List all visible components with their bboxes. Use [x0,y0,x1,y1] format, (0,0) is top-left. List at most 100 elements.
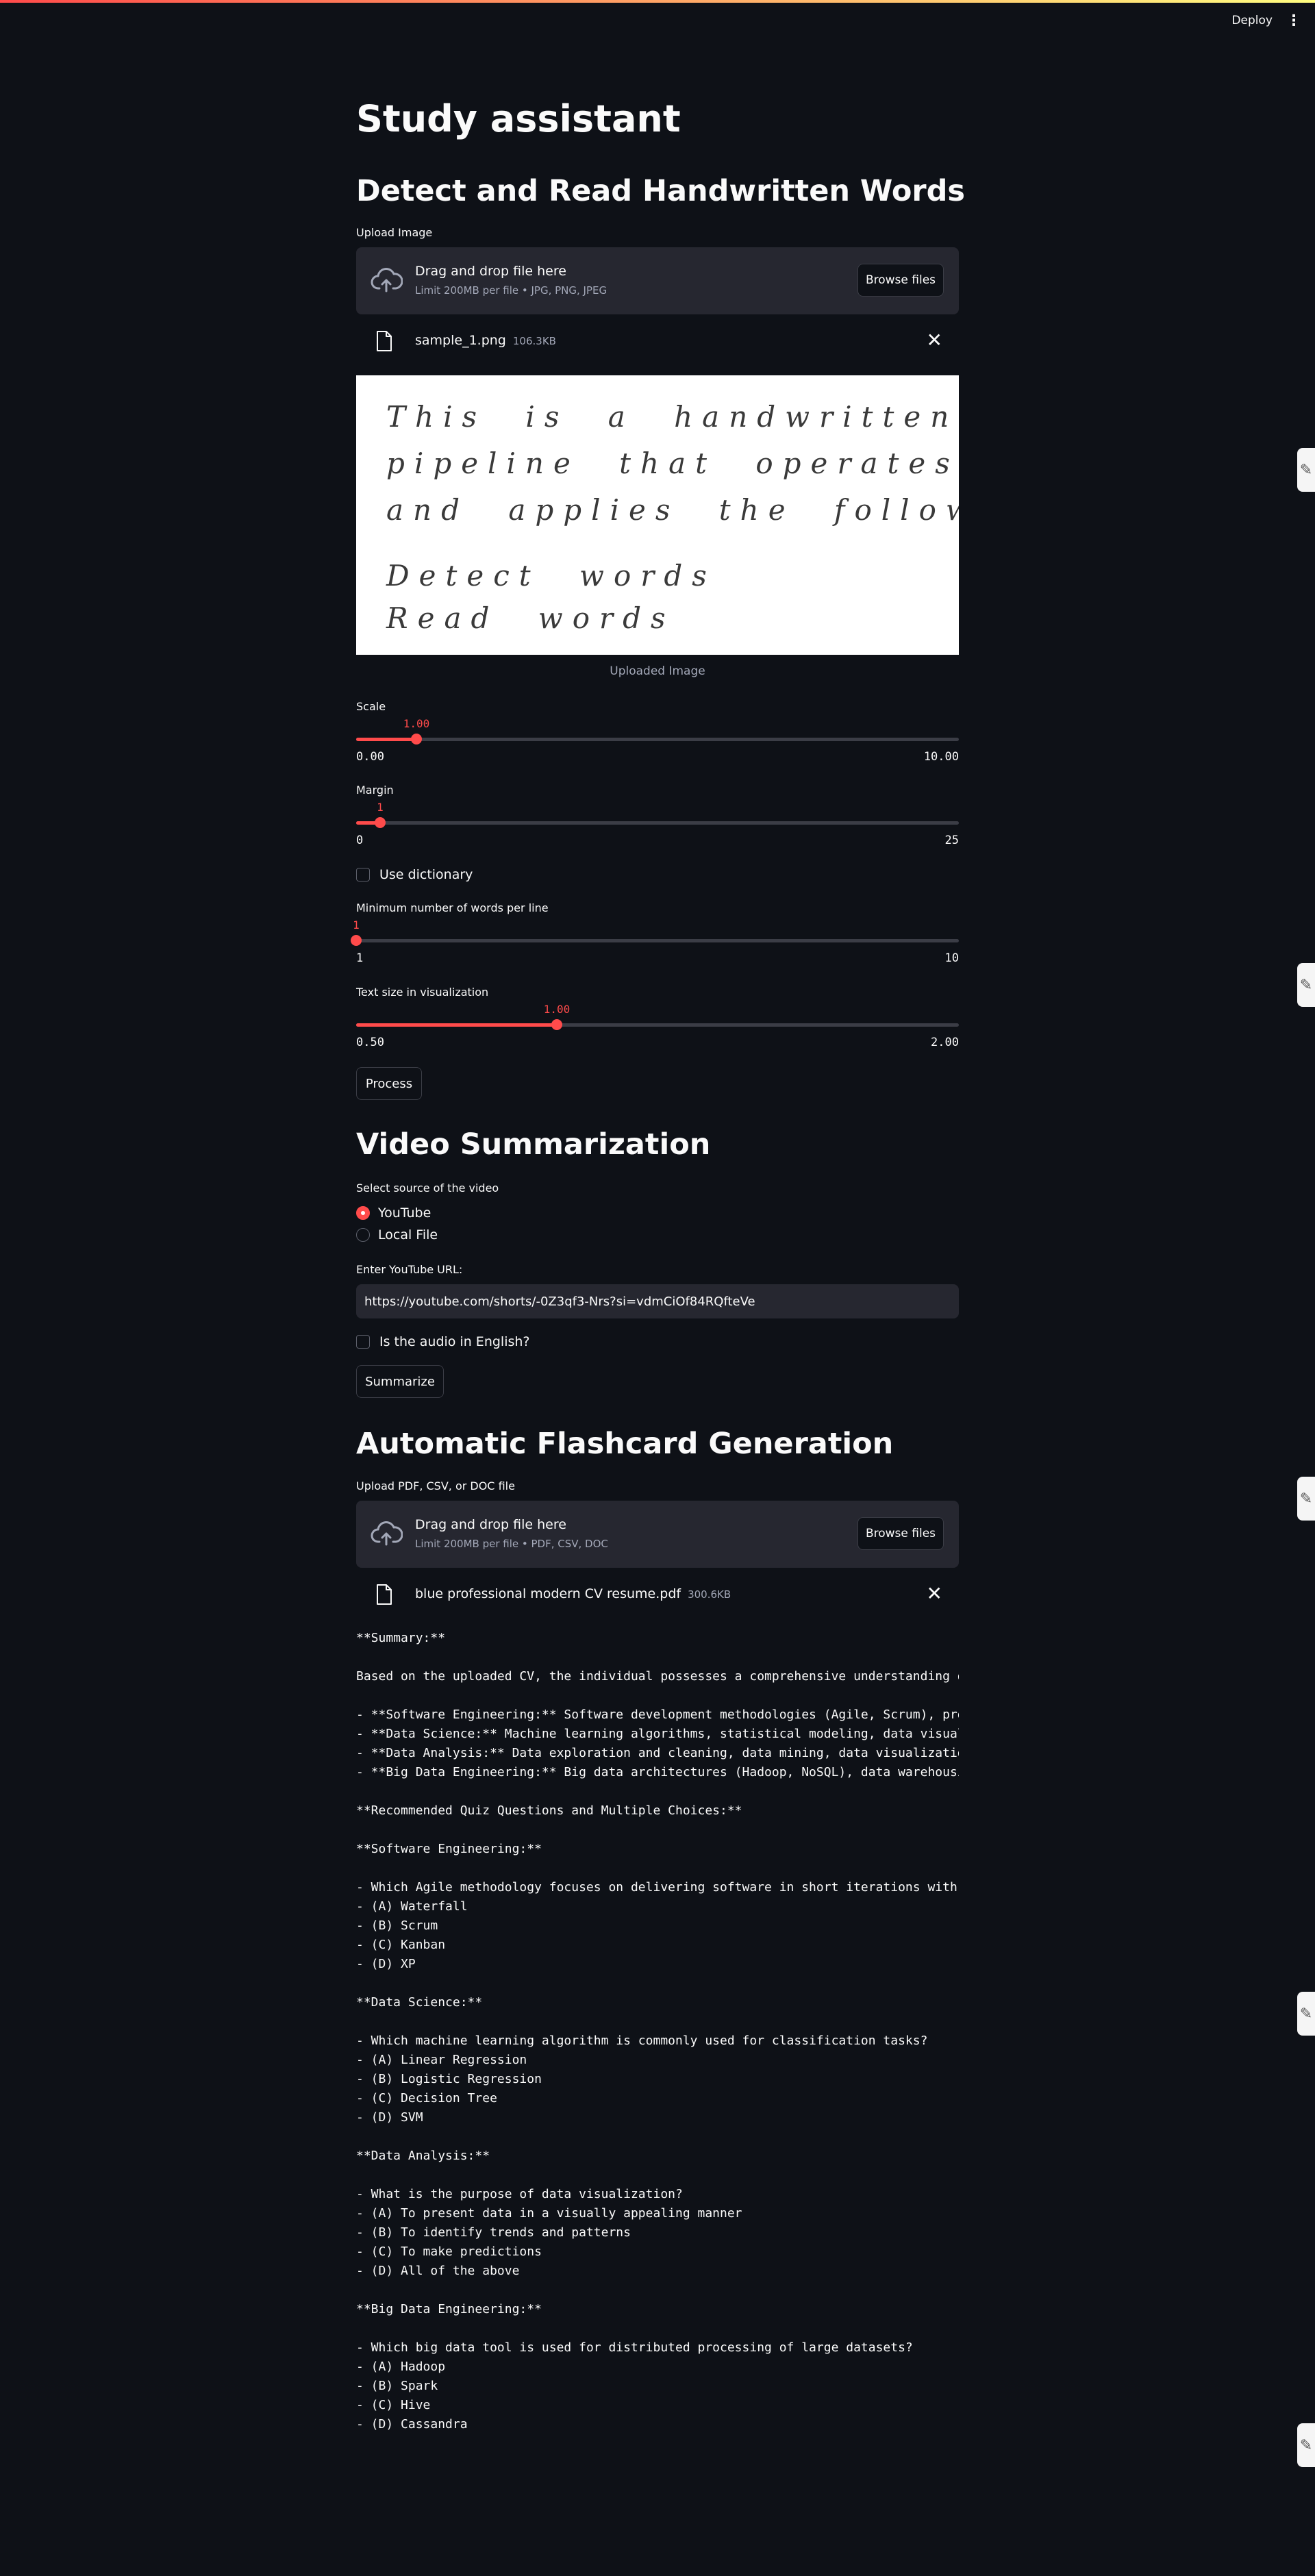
more-vertical-icon[interactable]: ⋮ [1286,12,1301,29]
image-dropzone[interactable]: Drag and drop file here Limit 200MB per … [356,247,959,314]
file-name: blue professional modern CV resume.pdf [415,1586,681,1601]
image-caption: Uploaded Image [610,664,705,678]
text-size-label: Text size in visualization [356,986,489,999]
side-tab-icon[interactable]: ✎ [1297,963,1315,1007]
checkbox-box[interactable] [356,1335,370,1349]
slider-thumb[interactable] [551,1019,562,1030]
summarize-button[interactable]: Summarize [356,1365,444,1398]
top-decoration-bar [0,0,1315,3]
output-line: - (A) Waterfall [356,1899,468,1914]
output-line: - Which machine learning algorithm is co… [356,2034,928,2048]
slider-value: 1.00 [403,717,430,730]
margin-slider[interactable]: 1 0 25 [356,801,959,850]
radio-button-selected[interactable] [356,1206,370,1220]
youtube-url-label: Enter YouTube URL: [356,1263,463,1276]
deploy-button[interactable]: Deploy [1231,14,1273,27]
slider-track [356,939,959,942]
slider-max: 25 [944,834,959,847]
output-line: - Which big data tool is used for distri… [356,2340,913,2355]
side-tab-icon[interactable]: ✎ [1297,448,1315,492]
image-text-line: and applies the following operations: [386,493,959,527]
output-line: - What is the purpose of data visualizat… [356,2187,683,2201]
output-line: - (C) Hive [356,2398,431,2412]
output-line: **Data Analysis:** [356,2149,490,2163]
remove-file-icon[interactable]: ✕ [927,329,942,351]
output-line: - (A) Hadoop [356,2360,446,2374]
output-line: - (D) Cassandra [356,2417,468,2431]
min-words-slider[interactable]: 1 1 10 [351,918,959,968]
slider-max: 10 [944,951,959,965]
youtube-url-input[interactable]: https://youtube.com/shorts/-0Z3qf3-Nrs?s… [356,1284,959,1318]
radio-local-file[interactable]: Local File [356,1227,438,1242]
slider-track [356,738,959,741]
slider-thumb[interactable] [351,935,362,946]
output-line: - **Software Engineering:** Software dev… [356,1708,959,1722]
slider-max: 2.00 [931,1036,959,1049]
output-line: - Which Agile methodology focuses on del… [356,1880,959,1895]
radio-label: YouTube [378,1205,431,1221]
remove-file-icon[interactable]: ✕ [927,1582,942,1605]
output-line: - **Data Science:** Machine learning alg… [356,1727,959,1741]
file-name: sample_1.png [415,333,506,348]
output-line: **Recommended Quiz Questions and Multipl… [356,1803,742,1818]
output-line: **Data Science:** [356,1995,483,2010]
side-tab-icon[interactable]: ✎ [1297,1992,1315,2036]
uploaded-file-row: blue professional modern CV resume.pdf 30… [356,1577,959,1611]
checkbox-box[interactable] [356,868,370,881]
section-heading-video: Video Summarization [356,1127,711,1162]
output-line: **Software Engineering:** [356,1842,542,1856]
use-dictionary-checkbox[interactable]: Use dictionary [356,867,473,882]
use-dictionary-label: Use dictionary [379,867,473,882]
output-line: Based on the uploaded CV, the individual… [356,1669,959,1684]
browse-files-button[interactable]: Browse files [857,1517,944,1550]
output-line: - (C) To make predictions [356,2244,542,2259]
page-title: Study assistant [356,97,681,140]
side-tab-icon[interactable]: ✎ [1297,1477,1315,1521]
output-line: **Big Data Engineering:** [356,2302,542,2316]
radio-button[interactable] [356,1228,370,1242]
output-line: - (A) Linear Regression [356,2053,527,2067]
scale-slider[interactable]: 1.00 0.00 10.00 [356,717,959,766]
flashcard-output: **Summary:** Based on the uploaded CV, th… [356,1629,959,2434]
upload-image-label: Upload Image [356,226,433,239]
output-line: - (C) Decision Tree [356,2091,497,2105]
slider-min: 0 [356,834,364,847]
output-line: - **Data Analysis:** Data exploration an… [356,1746,959,1760]
dropzone-text: Drag and drop file here [415,264,566,279]
uploaded-image: This is a handwritten text recognition p… [356,375,959,655]
output-line: **Summary:** [356,1631,446,1645]
slider-fill [356,738,416,741]
output-line: - (B) Scrum [356,1918,438,1933]
slider-thumb[interactable] [375,817,386,828]
process-button[interactable]: Process [356,1067,422,1100]
file-icon [377,331,392,351]
slider-value: 1.00 [543,1003,571,1016]
side-tab-icon[interactable]: ✎ [1297,2423,1315,2467]
text-size-slider[interactable]: 1.00 0.50 2.00 [356,1003,959,1052]
output-line: - (B) To identify trends and patterns [356,2225,631,2240]
dropzone-text: Drag and drop file here [415,1517,566,1532]
image-text-line: pipeline that operates on scanned pages [386,447,959,480]
output-line: - (D) All of the above [356,2264,520,2278]
slider-value: 1 [377,801,384,814]
english-audio-label: Is the audio in English? [379,1334,530,1349]
cloud-upload-icon [371,1521,403,1546]
slider-thumb[interactable] [411,734,422,745]
slider-track [356,821,959,825]
output-line: - (B) Logistic Regression [356,2072,542,2086]
radio-label: Local File [378,1227,438,1242]
browse-files-button[interactable]: Browse files [857,264,944,297]
output-line: - (A) To present data in a visually appe… [356,2206,742,2221]
slider-min: 1 [356,951,364,965]
radio-youtube[interactable]: YouTube [356,1205,431,1221]
english-audio-checkbox[interactable]: Is the audio in English? [356,1334,530,1349]
document-dropzone[interactable]: Drag and drop file here Limit 200MB per … [356,1501,959,1568]
file-icon [377,1584,392,1605]
